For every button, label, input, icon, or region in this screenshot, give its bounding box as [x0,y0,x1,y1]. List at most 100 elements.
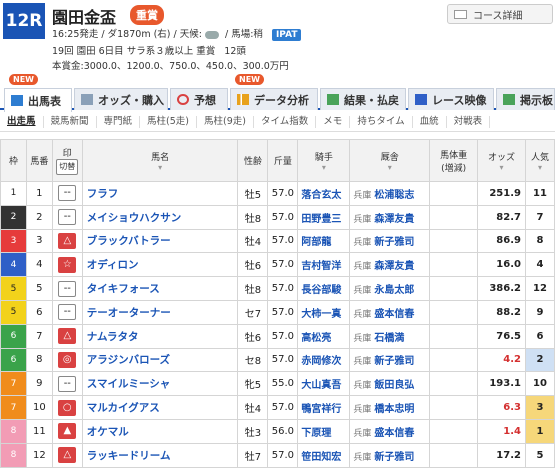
horse-name-link[interactable]: マルカイグアス [81,395,239,420]
jockey-link[interactable]: 阿部龍 [297,228,351,254]
mark-button[interactable]: -- [58,304,77,321]
trainer-cell[interactable]: 兵庫 新子雅司 [349,442,431,468]
trainer-area: 兵庫 [353,405,372,416]
mark-cell[interactable]: △ [51,228,83,254]
jockey-link[interactable]: 落合玄太 [297,181,351,206]
tab-yoso[interactable]: 予想 [170,88,228,110]
subnav-item[interactable]: 持ちタイム [350,115,413,128]
tab-video[interactable]: レース映像 [408,88,494,110]
mark-button[interactable]: -- [58,375,77,392]
jockey-link[interactable]: 田野豊三 [297,204,351,230]
horse-name-link[interactable]: オディロン [81,252,239,278]
ipat-badge[interactable]: IPAT [271,29,302,41]
jockey-link[interactable]: 大山真吾 [297,371,351,397]
mark-button[interactable]: △ [58,232,77,249]
trainer-link[interactable]: 橋本忠明 [374,404,414,415]
col-trainer[interactable]: 厩舎 ▾ [349,139,431,182]
trainer-link[interactable]: 飯田良弘 [374,380,414,391]
jockey-link[interactable]: 吉村智洋 [297,252,351,278]
jockey-link[interactable]: 長谷部駿 [297,276,351,301]
trainer-link[interactable]: 新子雅司 [374,356,414,367]
horse-name-link[interactable]: メイショウハクサン [81,204,239,230]
mark-cell[interactable]: △ [51,323,83,349]
subnav-item[interactable]: メモ [316,115,351,128]
horse-name-link[interactable]: テーオーターナー [81,299,239,325]
col-jockey[interactable]: 騎手 ▾ [297,139,351,182]
subnav-item[interactable]: 出走馬 [0,115,44,128]
horse-name-link[interactable]: アラジンバローズ [81,347,239,373]
subnav-item[interactable]: 競馬新聞 [44,115,97,128]
jockey-link[interactable]: 笹田知宏 [297,442,351,468]
mark-cell[interactable]: ▲ [51,418,83,444]
jockey-link[interactable]: 鴨宮祥行 [297,395,351,420]
trainer-link[interactable]: 新子雅司 [374,237,414,248]
mark-button[interactable]: ◎ [58,351,77,368]
mark-button[interactable]: △ [58,328,77,345]
mark-button[interactable]: ▲ [58,423,77,440]
mark-button[interactable]: -- [58,280,77,297]
trainer-link[interactable]: 石橋満 [374,333,404,344]
trainer-link[interactable]: 森澤友貴 [374,261,414,272]
subnav-item[interactable]: 専門紙 [97,115,141,128]
target-icon [177,94,189,105]
mark-button[interactable]: ○ [58,399,77,416]
horse-name-link[interactable]: フラフ [81,181,239,206]
mark-button[interactable]: ☆ [58,256,77,273]
tab-data[interactable]: NEW データ分析 [230,74,318,110]
horse-name-link[interactable]: ナムラタタ [81,323,239,349]
col-popularity[interactable]: 人気 ▾ [524,139,555,182]
mark-button[interactable]: -- [58,209,77,226]
mark-cell[interactable]: -- [51,276,83,301]
trainer-cell[interactable]: 兵庫 飯田良弘 [349,371,431,397]
trainer-cell[interactable]: 兵庫 橋本忠明 [349,395,431,420]
trainer-link[interactable]: 盛本信春 [374,309,414,320]
trainer-cell[interactable]: 兵庫 松浦聡志 [349,181,431,206]
mark-button[interactable]: △ [58,447,77,464]
jockey-link[interactable]: 下原理 [297,418,351,444]
trainer-link[interactable]: 松浦聡志 [374,190,414,201]
jockey-link[interactable]: 高松亮 [297,323,351,349]
trainer-link[interactable]: 永島太郎 [374,285,414,296]
tab-board[interactable]: 掲示板 [496,88,555,110]
trainer-cell[interactable]: 兵庫 盛本信春 [349,418,431,444]
subnav-item[interactable]: 血統 [413,115,447,128]
mark-cell[interactable]: ☆ [51,252,83,278]
mark-cell[interactable]: ◎ [51,347,83,373]
jockey-link[interactable]: 大柿一真 [297,299,351,325]
mark-cell[interactable]: -- [51,204,83,230]
mark-button[interactable]: -- [58,185,77,202]
course-detail-button[interactable]: コース詳細 [447,4,553,24]
subnav-item[interactable]: 対戦表 [447,115,491,128]
tab-results[interactable]: 結果・払戻 [320,88,406,110]
horse-name-link[interactable]: ラッキードリーム [81,442,239,468]
mark-cell[interactable]: -- [51,181,83,206]
trainer-cell[interactable]: 兵庫 石橋満 [349,323,431,349]
horse-name-link[interactable]: ブラックバトラー [81,228,239,254]
trainer-link[interactable]: 森澤友貴 [374,214,414,225]
trainer-link[interactable]: 盛本信春 [374,428,414,439]
subnav-item[interactable]: タイム指数 [254,115,317,128]
tab-shutsuba[interactable]: NEW 出馬表 [4,74,72,112]
horse-name-link[interactable]: タイキフォース [81,276,239,301]
subnav-item[interactable]: 馬柱(5走) [140,115,198,128]
mark-cell[interactable]: -- [51,371,83,397]
trainer-cell[interactable]: 兵庫 新子雅司 [349,228,431,254]
sex-age-cell: 牡4 [237,395,269,420]
mark-cell[interactable]: ○ [51,395,83,420]
mark-cell[interactable]: -- [51,299,83,325]
trainer-cell[interactable]: 兵庫 森澤友貴 [349,252,431,278]
col-horse[interactable]: 馬名 ▾ [81,139,239,182]
subnav-item[interactable]: 馬柱(9走) [197,115,254,128]
mark-cell[interactable]: △ [51,442,83,468]
trainer-cell[interactable]: 兵庫 盛本信春 [349,299,431,325]
trainer-cell[interactable]: 兵庫 森澤友貴 [349,204,431,230]
trainer-cell[interactable]: 兵庫 新子雅司 [349,347,431,373]
trainer-link[interactable]: 新子雅司 [374,452,414,463]
horse-name-link[interactable]: スマイルミーシャ [81,371,239,397]
horse-name-link[interactable]: オケマル [81,418,239,444]
jockey-link[interactable]: 赤岡修次 [297,347,351,373]
trainer-cell[interactable]: 兵庫 永島太郎 [349,276,431,301]
mark-toggle-button[interactable]: 切替 [56,159,79,175]
col-odds[interactable]: オッズ ▾ [477,139,526,182]
tab-odds[interactable]: オッズ・購入 [74,88,168,110]
